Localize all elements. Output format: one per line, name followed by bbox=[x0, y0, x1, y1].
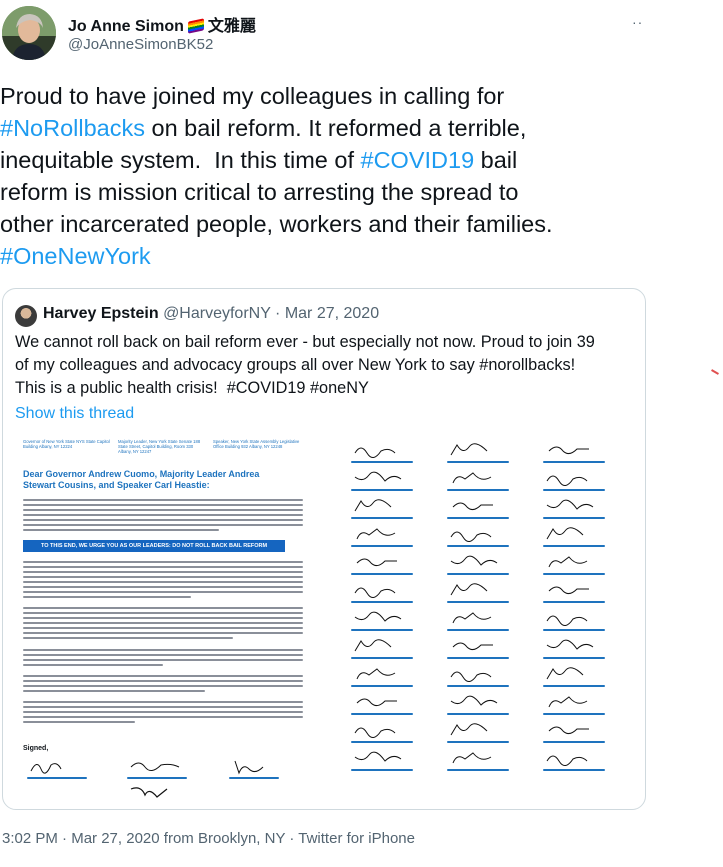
tweet-date[interactable]: Mar 27, 2020 from Brooklyn, NY bbox=[71, 830, 285, 847]
signature bbox=[127, 783, 217, 809]
address-block: Majority Leader, New York State Senate 1… bbox=[118, 439, 201, 454]
rainbow-flag-icon bbox=[187, 18, 204, 34]
signature bbox=[447, 749, 537, 789]
attached-letter-image[interactable]: Governor of New York State NYS State Cap… bbox=[13, 437, 635, 802]
tweet-text: Proud to have joined my colleagues in ca… bbox=[0, 80, 715, 272]
letter-banner: TO THIS END, WE URGE YOU AS OUR LEADERS:… bbox=[23, 540, 285, 552]
author-name[interactable]: Jo Anne Simon 文雅麗 bbox=[68, 12, 256, 36]
letter-signed-label: Signed, bbox=[23, 745, 49, 752]
signature bbox=[351, 749, 441, 789]
letter-paragraph bbox=[23, 701, 303, 726]
letter-paragraph bbox=[23, 649, 303, 669]
more-options-icon[interactable]: ·· bbox=[632, 14, 643, 30]
quoted-tweet-text: We cannot roll back on bail reform ever … bbox=[15, 333, 595, 397]
author-display-name: Jo Anne Simon bbox=[68, 18, 184, 35]
signature bbox=[543, 749, 633, 789]
author-handle[interactable]: @JoAnneSimonBK52 bbox=[68, 36, 213, 53]
tweet-text-segment: Proud to have joined my colleagues in ca… bbox=[0, 83, 505, 109]
show-thread-link[interactable]: Show this thread bbox=[15, 405, 134, 423]
quoted-author-name[interactable]: Harvey Epstein bbox=[43, 305, 159, 322]
letter-salutation: Dear Governor Andrew Cuomo, Majority Lea… bbox=[23, 469, 260, 490]
decorative-mark bbox=[711, 369, 719, 375]
tweet-time[interactable]: 3:02 PM bbox=[2, 830, 58, 847]
address-block: Speaker, New York State Assembly Legisla… bbox=[213, 439, 300, 449]
quoted-tweet-date[interactable]: · Mar 27, 2020 bbox=[275, 305, 379, 322]
author-cjk-name: 文雅麗 bbox=[207, 18, 256, 35]
tweet-source[interactable]: Twitter for iPhone bbox=[298, 830, 415, 847]
tweet-footer: 3:02 PM · Mar 27, 2020 from Brooklyn, NY… bbox=[2, 830, 415, 847]
letter-paragraph bbox=[23, 607, 303, 642]
hashtag-link[interactable]: #NoRollbacks bbox=[0, 115, 145, 141]
quoted-tweet[interactable]: Harvey Epstein @HarveyforNY · Mar 27, 20… bbox=[2, 288, 646, 810]
signature bbox=[27, 757, 117, 797]
quoted-tweet-header: Harvey Epstein @HarveyforNY · Mar 27, 20… bbox=[43, 305, 379, 323]
quoted-author-avatar[interactable] bbox=[15, 305, 37, 327]
letter-paragraph bbox=[23, 499, 303, 534]
letter-page-right bbox=[351, 441, 641, 781]
author-avatar[interactable] bbox=[2, 6, 56, 60]
address-block: Governor of New York State NYS State Cap… bbox=[23, 439, 110, 449]
signature bbox=[229, 757, 319, 797]
hashtag-link[interactable]: #COVID19 bbox=[361, 147, 475, 173]
letter-paragraph bbox=[23, 561, 303, 601]
letter-page-left: Governor of New York State NYS State Cap… bbox=[23, 439, 323, 804]
letter-paragraph bbox=[23, 675, 303, 695]
quoted-author-handle[interactable]: @HarveyforNY bbox=[163, 305, 271, 322]
tweet-header: Jo Anne Simon 文雅麗 @JoAnneSimonBK52 ·· bbox=[0, 0, 723, 70]
hashtag-link[interactable]: #OneNewYork bbox=[0, 243, 151, 269]
